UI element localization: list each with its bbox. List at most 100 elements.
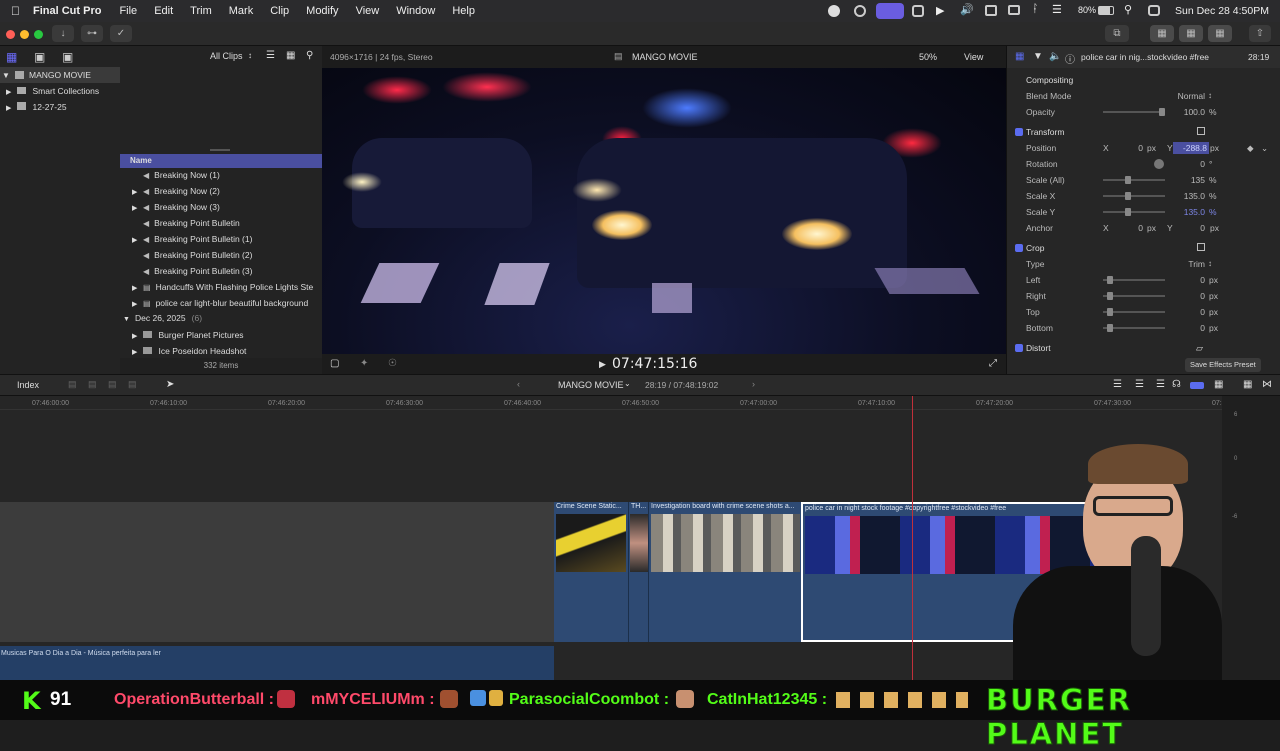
blend-mode-dropdown[interactable]: Normal — [1155, 88, 1205, 104]
zoom-window-button[interactable] — [34, 30, 43, 39]
transform-section[interactable]: Transform — [1007, 124, 1280, 140]
list-item[interactable]: ▶ ◀ Breaking Now (3) — [132, 199, 322, 215]
fullscreen-icon[interactable]: ⤢ — [989, 358, 997, 369]
distort-onscreen-icon[interactable]: ▱ — [1196, 340, 1203, 356]
crop-right-value[interactable]: 0 — [1155, 288, 1205, 304]
disclosure-icon[interactable]: ▶ — [132, 233, 141, 247]
forward-arrow-icon[interactable]: › — [752, 379, 755, 389]
menu-view[interactable]: View — [356, 5, 380, 17]
libraries-icon[interactable]: ▦ — [6, 50, 17, 64]
select-tool-icon[interactable]: ➤ — [166, 379, 174, 390]
disclosure-icon[interactable]: ▶ — [132, 333, 137, 340]
name-column-header[interactable]: Name — [120, 154, 322, 168]
video-inspector-icon[interactable]: ▦ — [1015, 51, 1024, 62]
menu-window[interactable]: Window — [396, 5, 435, 17]
zoom-dropdown[interactable]: 50% — [919, 52, 937, 62]
back-arrow-icon[interactable]: ‹ — [517, 379, 520, 389]
list-item[interactable]: ▶ Burger Planet Pictures — [132, 327, 322, 343]
menu-mark[interactable]: Mark — [229, 5, 253, 17]
effects-browser-icon[interactable]: ▦ — [1243, 379, 1252, 390]
overwrite-clip-icon[interactable]: ▤ — [128, 379, 137, 390]
list-item[interactable]: ▶ ▤ Handcuffs With Flashing Police Lights … — [132, 279, 322, 295]
titles-icon[interactable]: ▣ — [62, 50, 73, 64]
snapping-icon[interactable]: ☰ — [1135, 379, 1144, 390]
timeline-clip[interactable]: Crime Scene Static... — [554, 502, 628, 642]
scale-all-value[interactable]: 135 — [1155, 172, 1205, 188]
project-name[interactable]: MANGO MOVIE — [558, 380, 624, 390]
minimize-window-button[interactable] — [20, 30, 29, 39]
sidebar-item-smart-collections[interactable]: ▶ Smart Collections — [0, 83, 99, 99]
crop-top-value[interactable]: 0 — [1155, 304, 1205, 320]
clip-appearance-icon[interactable]: ▦ — [286, 50, 295, 61]
menu-file[interactable]: File — [119, 5, 137, 17]
video-frame[interactable] — [322, 68, 1006, 354]
menu-edit[interactable]: Edit — [154, 5, 173, 17]
view-dropdown[interactable]: View — [964, 52, 983, 62]
disclosure-icon[interactable]: ▶ — [132, 185, 141, 199]
scale-x-value[interactable]: 135.0 — [1155, 188, 1205, 204]
screen-icon[interactable] — [1008, 5, 1020, 15]
opacity-value[interactable]: 100.0 — [1155, 104, 1205, 120]
list-item[interactable]: ◀ Breaking Point Bulletin — [132, 215, 322, 231]
skimming-icon[interactable]: ☰ — [1156, 379, 1165, 390]
index-button[interactable]: Index — [17, 380, 39, 390]
position-x-value[interactable]: 0 — [1093, 140, 1143, 156]
list-item[interactable]: ▶ Ice Poseidon Headshot — [132, 343, 322, 359]
audio-inspector-icon[interactable]: 🔈 — [1049, 51, 1061, 62]
display-icon[interactable] — [985, 5, 997, 16]
disclosure-icon[interactable]: ▶ — [6, 89, 11, 96]
distort-section[interactable]: Distort ▱ — [1007, 340, 1280, 356]
app-menu[interactable]: Final Cut Pro — [33, 5, 101, 17]
layout-timeline-icon[interactable]: ▦ — [1179, 25, 1203, 42]
search-icon[interactable]: ⚲ — [1124, 3, 1132, 16]
distort-checkbox[interactable] — [1015, 344, 1023, 352]
bluetooth-icon[interactable]: ᛛ — [1032, 3, 1039, 15]
timeline[interactable]: 07:46:00:00 07:46:10:00 07:46:20:00 07:46:3… — [0, 396, 1280, 680]
wifi-icon[interactable]: ☰ — [1052, 3, 1062, 16]
volume-icon[interactable]: 🔊 — [960, 3, 974, 16]
layout-browser-icon[interactable]: ▦ — [1150, 25, 1174, 42]
timeline-clip[interactable]: Investigation board with crime scene sho… — [648, 502, 801, 642]
layout-inspector-icon[interactable]: ▦ — [1208, 25, 1232, 42]
disclosure-open-icon[interactable]: ▼ — [123, 316, 130, 323]
timeline-clip[interactable]: TH... — [628, 502, 648, 642]
clip-filter-dropdown[interactable]: All Clips — [210, 51, 243, 61]
timeline-ruler[interactable]: 07:46:00:00 07:46:10:00 07:46:20:00 07:46:3… — [0, 396, 1226, 410]
position-y-field[interactable]: -288.8 — [1173, 142, 1209, 154]
disclosure-icon[interactable]: ▶ — [6, 105, 11, 112]
photos-icon[interactable]: ▣ — [34, 50, 45, 64]
disclosure-icon[interactable]: ▶ — [132, 297, 141, 311]
chevron-down-icon[interactable]: ⌄ — [624, 379, 631, 388]
keyframe-icon[interactable]: ◆ — [1247, 140, 1254, 156]
list-item[interactable]: ▶ ◀ Breaking Now (2) — [132, 183, 322, 199]
crop-checkbox[interactable] — [1015, 244, 1023, 252]
play-icon[interactable]: ▶ — [936, 4, 944, 17]
save-effects-preset-button[interactable]: Save Effects Preset — [1185, 358, 1261, 372]
keyword-icon[interactable]: ⊶ — [81, 25, 103, 42]
audio-skimming-icon[interactable]: ☊ — [1172, 379, 1181, 390]
transform-onscreen-icon[interactable] — [1197, 127, 1205, 135]
crop-section[interactable]: Crop — [1007, 240, 1280, 256]
chevron-down-icon[interactable]: ⌄ — [1261, 140, 1268, 156]
anchor-y-value[interactable]: 0 — [1155, 220, 1205, 236]
transform-checkbox[interactable] — [1015, 128, 1023, 136]
crop-type-dropdown[interactable]: Trim — [1155, 256, 1205, 272]
play-button[interactable]: ▶ — [599, 359, 606, 370]
disclosure-icon[interactable]: ▶ — [132, 349, 137, 356]
solo-icon[interactable] — [1190, 382, 1204, 389]
disclosure-icon[interactable]: ▶ — [132, 281, 141, 295]
playhead[interactable] — [912, 396, 913, 680]
insert-clip-icon[interactable]: ▤ — [88, 379, 97, 390]
apple-icon[interactable]:  — [11, 4, 20, 18]
anchor-x-value[interactable]: 0 — [1093, 220, 1143, 236]
import-icon[interactable]: ↓ — [52, 25, 74, 42]
scale-y-value[interactable]: 135.0 — [1155, 204, 1205, 220]
append-clip-icon[interactable]: ▤ — [68, 379, 77, 390]
library-row[interactable]: ▼ MANGO MOVIE — [0, 67, 120, 83]
color-inspector-icon[interactable]: ▼ — [1033, 51, 1043, 62]
list-item[interactable]: ▶ ▤ police car light-blur beautiful backgr… — [132, 295, 322, 311]
audio-clip[interactable]: Musicas Para O Dia a Dia - Música perfei… — [0, 646, 554, 680]
status-icon-2[interactable] — [854, 5, 866, 17]
stage-icon[interactable] — [912, 5, 924, 17]
disclosure-open-icon[interactable]: ▼ — [2, 71, 10, 80]
